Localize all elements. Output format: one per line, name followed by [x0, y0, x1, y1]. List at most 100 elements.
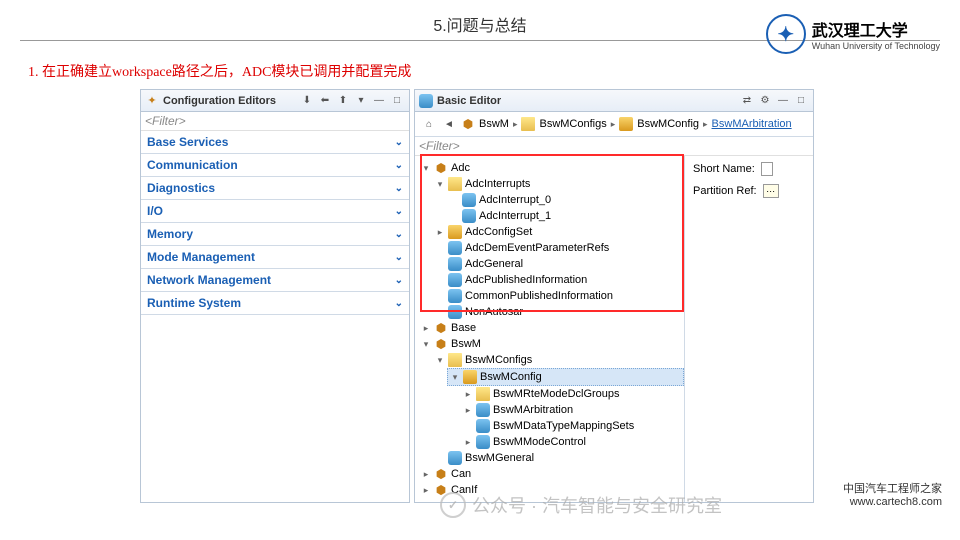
minimize-icon[interactable]: —	[371, 93, 387, 109]
chevron-down-icon: ⌄	[395, 275, 403, 286]
twisty-icon[interactable]: ▾	[435, 179, 445, 190]
partition-ref-button[interactable]: ⋯	[763, 184, 779, 198]
back-icon[interactable]: ◄	[441, 116, 457, 132]
tree-node-label: BswMGeneral	[465, 452, 534, 464]
category-item[interactable]: I/O⌄	[141, 200, 409, 223]
panel-header: ✦ Configuration Editors ⬇ ⬅ ⬆ ▾ — □	[141, 90, 409, 112]
tree-node[interactable]: ▾AdcInterrupts	[433, 176, 684, 192]
tree-node-label: BswMConfigs	[465, 354, 532, 366]
twisty-icon[interactable]: ▸	[463, 437, 473, 448]
tree-node[interactable]: ▾⬢BswM	[419, 336, 684, 352]
filter-input[interactable]: <Filter>	[141, 112, 409, 131]
maximize-icon[interactable]: □	[389, 93, 405, 109]
minimize-icon[interactable]: —	[775, 93, 791, 109]
twisty-icon[interactable]: ▸	[435, 227, 445, 238]
properties-pane: Short Name: Partition Ref: ⋯	[685, 156, 813, 502]
category-item[interactable]: Diagnostics⌄	[141, 177, 409, 200]
twisty-icon[interactable]: ▸	[463, 389, 473, 400]
chevron-down-icon: ⌄	[395, 206, 403, 217]
tree-node-label: AdcInterrupt_0	[479, 194, 551, 206]
module-icon: ⬢	[434, 467, 448, 481]
tree-node[interactable]: ▾BswMConfig	[447, 368, 684, 386]
tree-node-label: Can	[451, 468, 471, 480]
tree-node[interactable]: NonAutosar	[433, 304, 684, 320]
tree-node[interactable]: ▸⬢Base	[419, 320, 684, 336]
tree-node[interactable]: ▾ BswMConfigs	[433, 352, 684, 368]
tree-node[interactable]: ▾⬢Adc	[419, 160, 684, 176]
navigation-tree[interactable]: ▾⬢Adc▾AdcInterruptsAdcInterrupt_0AdcInte…	[415, 156, 685, 502]
tree-node-label: CommonPublishedInformation	[465, 290, 613, 302]
twisty-icon[interactable]: ▸	[421, 485, 431, 496]
twisty-icon[interactable]: ▸	[463, 405, 473, 416]
down-arrow-icon[interactable]: ⬇	[299, 93, 315, 109]
twisty-icon[interactable]: ▾	[421, 339, 431, 350]
twisty-icon[interactable]: ▸	[421, 469, 431, 480]
tree-node-label: BswMDataTypeMappingSets	[493, 420, 634, 432]
tree-node[interactable]: ▸⬢Can	[419, 466, 684, 482]
home-icon[interactable]: ⌂	[421, 116, 437, 132]
tree-node[interactable]: CommonPublishedInformation	[433, 288, 684, 304]
chevron-down-icon: ⌄	[395, 183, 403, 194]
category-item[interactable]: Mode Management⌄	[141, 246, 409, 269]
chevron-down-icon: ⌄	[395, 137, 403, 148]
tree-node[interactable]: ▸ BswMRteModeDclGroups	[461, 386, 684, 402]
breadcrumb-item[interactable]: BswMConfig	[637, 118, 699, 130]
link-horizontal-icon[interactable]: ⇄	[739, 93, 755, 109]
container-icon	[476, 435, 490, 449]
settings-icon[interactable]: ⚙	[757, 93, 773, 109]
cube-icon	[619, 117, 633, 131]
tree-node[interactable]: AdcInterrupt_1	[447, 208, 684, 224]
maximize-icon[interactable]: □	[793, 93, 809, 109]
folder-icon	[448, 353, 462, 367]
tree-node[interactable]: BswMDataTypeMappingSets	[461, 418, 684, 434]
breadcrumb-item-active[interactable]: BswMArbitration	[712, 118, 792, 130]
left-arrow-icon[interactable]: ⬅	[317, 93, 333, 109]
panel-title: Configuration Editors	[163, 95, 276, 107]
category-item[interactable]: Memory⌄	[141, 223, 409, 246]
container-icon	[448, 289, 462, 303]
tree-node[interactable]: AdcPublishedInformation	[433, 272, 684, 288]
container-icon	[448, 241, 462, 255]
filter-input[interactable]: <Filter>	[415, 137, 813, 156]
partition-ref-label: Partition Ref:	[693, 185, 757, 197]
twisty-icon[interactable]: ▾	[450, 372, 460, 383]
tree-node[interactable]: ▸BswMModeControl	[461, 434, 684, 450]
chevron-down-icon: ⌄	[395, 229, 403, 240]
wechat-icon: ✓	[440, 492, 466, 518]
container-icon	[476, 419, 490, 433]
tree-node-label: BswMRteModeDclGroups	[493, 388, 620, 400]
annotation-text: 1. 在正确建立workspace路径之后，ADC模块已调用并配置完成	[28, 61, 960, 81]
short-name-field[interactable]	[761, 162, 773, 176]
category-item[interactable]: Communication⌄	[141, 154, 409, 177]
twisty-icon[interactable]: ▾	[435, 355, 445, 366]
container-icon	[448, 451, 462, 465]
tree-node[interactable]: AdcGeneral	[433, 256, 684, 272]
breadcrumb-item[interactable]: BswMConfigs	[539, 118, 606, 130]
up-arrow-icon[interactable]: ⬆	[335, 93, 351, 109]
tree-node[interactable]: AdcInterrupt_0	[447, 192, 684, 208]
cube-icon	[463, 370, 477, 384]
watermark-gzh: ✓ 公众号 · 汽车智能与安全研究室	[440, 492, 722, 518]
panel-title: Basic Editor	[437, 95, 501, 107]
editor-icon	[419, 94, 433, 108]
container-icon	[448, 257, 462, 271]
tree-node[interactable]: BswMGeneral	[433, 450, 684, 466]
chevron-right-icon: ▸	[703, 119, 708, 130]
category-item[interactable]: Runtime System⌄	[141, 292, 409, 315]
tree-node-label: Adc	[451, 162, 470, 174]
twisty-icon[interactable]: ▾	[421, 163, 431, 174]
tree-node-label: BswM	[451, 338, 481, 350]
menu-icon[interactable]: ▾	[353, 93, 369, 109]
chevron-down-icon: ⌄	[395, 298, 403, 309]
tree-node[interactable]: ▸BswMArbitration	[461, 402, 684, 418]
twisty-icon[interactable]: ▸	[421, 323, 431, 334]
watermark-source: 中国汽车工程师之家 www.cartech8.com	[843, 480, 942, 508]
category-item[interactable]: Network Management⌄	[141, 269, 409, 292]
logo-icon: ✦	[766, 14, 806, 54]
tree-node[interactable]: AdcDemEventParameterRefs	[433, 240, 684, 256]
category-item[interactable]: Base Services⌄	[141, 131, 409, 154]
tree-node-label: AdcDemEventParameterRefs	[465, 242, 609, 254]
breadcrumb-item[interactable]: BswM	[479, 118, 509, 130]
tree-node[interactable]: ▸AdcConfigSet	[433, 224, 684, 240]
uni-name-cn: 武汉理工大学	[812, 17, 940, 41]
